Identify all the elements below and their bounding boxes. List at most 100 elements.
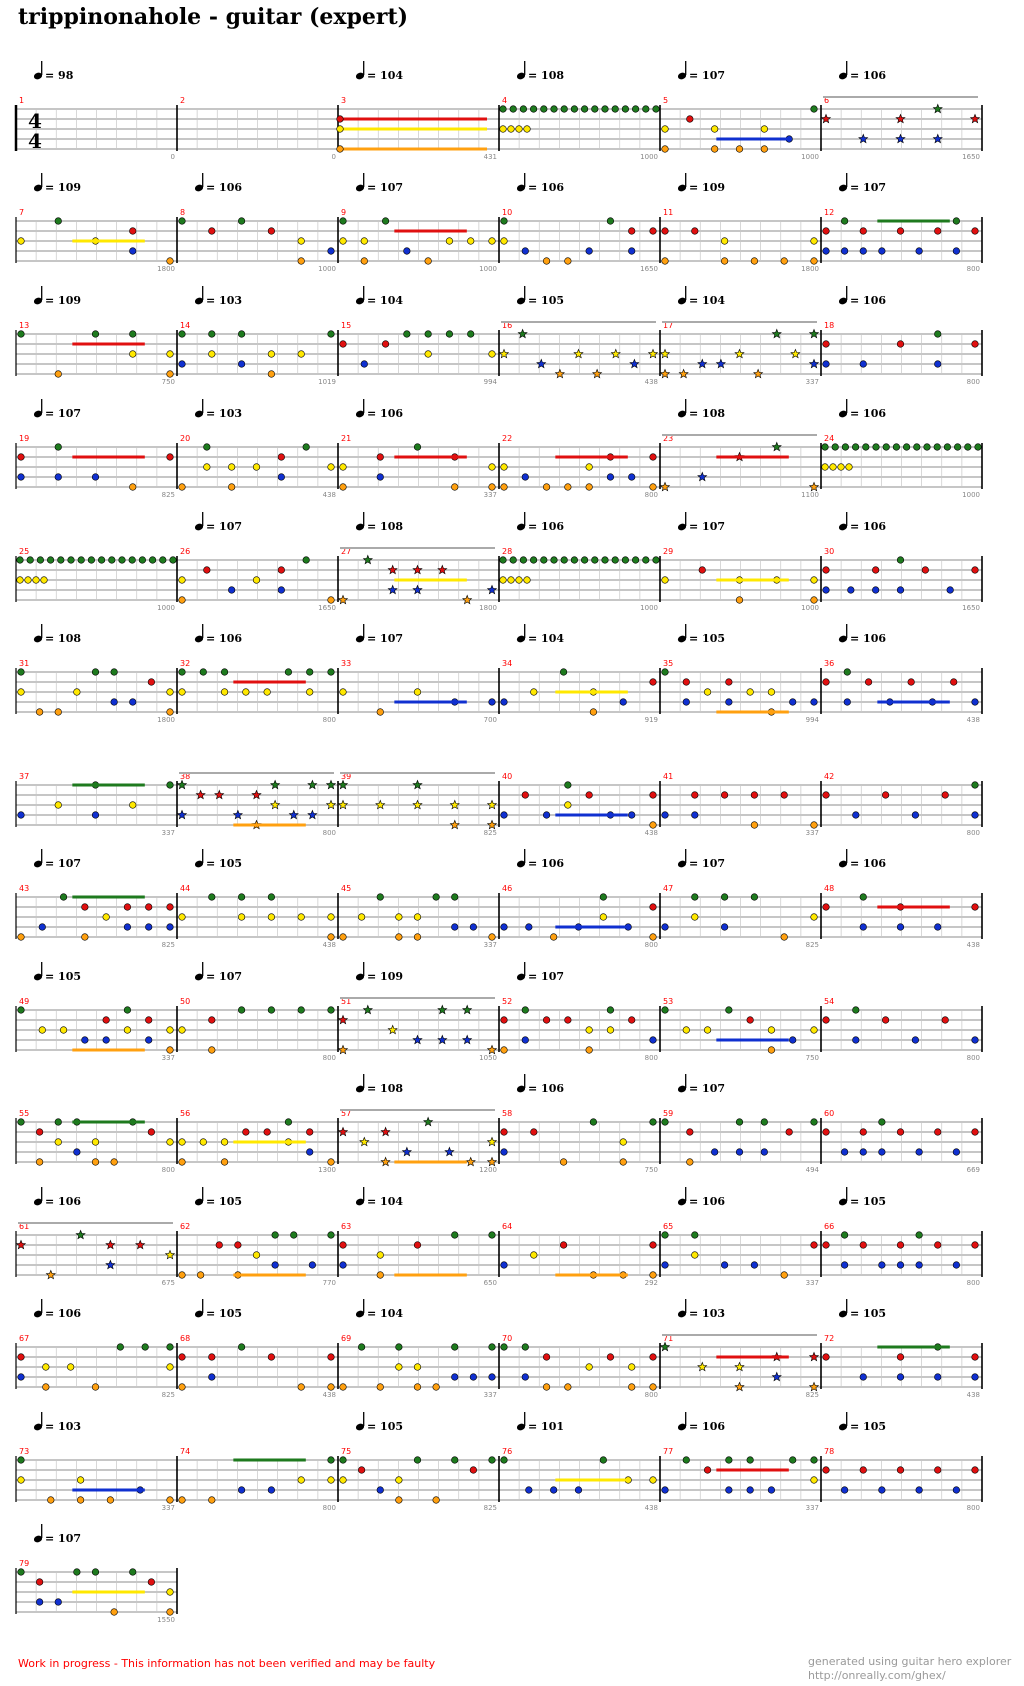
note-gem	[17, 1373, 25, 1381]
note-gem	[381, 340, 390, 348]
note-gem	[661, 1486, 669, 1494]
note-gem	[129, 1568, 137, 1576]
note-gem	[822, 1128, 830, 1136]
note-gem	[469, 1373, 477, 1381]
measure-score: 994	[806, 716, 820, 724]
note-gem	[413, 933, 422, 941]
note-gem	[628, 473, 636, 481]
star-note	[337, 779, 349, 790]
star-note	[771, 328, 782, 339]
note-gem	[559, 1241, 568, 1249]
tempo-marker: = 106	[206, 181, 242, 194]
measure-score: 800	[645, 941, 658, 949]
note-gem	[542, 811, 551, 819]
note-gem	[810, 1118, 818, 1126]
note-chart: = 98 = 104 = 108 = 107 = 1061 2 3 4 5 60 0 431 1000 1…	[14, 61, 983, 1624]
measure-score: 669	[967, 1166, 980, 1174]
note-gem	[606, 473, 615, 481]
measure-score: 800	[323, 716, 336, 724]
note-gem	[488, 933, 496, 941]
note-gem	[339, 483, 347, 491]
tempo-marker: = 107	[206, 970, 242, 983]
credit-url-link[interactable]: http://onreally.com/ghex/	[808, 1669, 1011, 1683]
measure-score: 1200	[479, 1166, 497, 1174]
tempo-marker: = 105	[850, 1420, 886, 1433]
note-gem	[500, 1148, 508, 1156]
measure-score: 0	[171, 153, 175, 161]
note-gem	[921, 566, 929, 574]
note-gem	[36, 1598, 44, 1606]
note-gem	[32, 576, 40, 584]
note-gem	[661, 145, 669, 153]
note-gem	[698, 566, 706, 574]
note-gem	[649, 1476, 657, 1484]
measure-score: 825	[806, 1391, 819, 1399]
note-gem	[500, 923, 508, 931]
note-gem	[691, 227, 699, 235]
star-note	[423, 1116, 434, 1127]
note-gem	[149, 556, 157, 564]
note-gem	[123, 1026, 132, 1034]
note-gem	[933, 443, 941, 451]
note-gem	[57, 556, 65, 564]
note-gem	[17, 668, 25, 676]
note-gem	[54, 1118, 62, 1126]
star-note	[412, 564, 423, 575]
tempo-marker: = 106	[367, 407, 403, 420]
tempo-marker: = 107	[689, 69, 725, 82]
note-gem	[91, 330, 100, 338]
note-gem	[395, 1363, 403, 1371]
note-gem	[574, 1486, 583, 1494]
measure-number: 76	[502, 1447, 512, 1456]
measure-number: 69	[341, 1334, 351, 1343]
measure-score: 800	[645, 491, 658, 499]
note-gem	[141, 1343, 149, 1351]
star-note	[790, 348, 801, 359]
note-gem	[166, 370, 174, 378]
note-gem	[661, 923, 669, 931]
note-gem	[649, 227, 657, 235]
note-gem	[17, 1118, 25, 1126]
note-gem	[642, 105, 650, 113]
note-gem	[488, 463, 496, 471]
note-gem	[971, 811, 979, 819]
star-note	[437, 564, 448, 575]
note-gem	[661, 125, 669, 133]
note-gem	[585, 1026, 593, 1034]
star-note	[486, 584, 498, 595]
tempo-marker: = 107	[689, 1082, 725, 1095]
note-gem	[822, 1353, 830, 1361]
note-gem	[24, 576, 32, 584]
note-gem	[661, 257, 669, 265]
note-gem	[822, 227, 830, 235]
note-gem	[725, 678, 733, 686]
star-note	[486, 819, 498, 830]
tempo-marker: = 105	[206, 1195, 242, 1208]
note-gem	[17, 1353, 25, 1361]
note-gem	[145, 1016, 153, 1024]
note-gem	[54, 370, 62, 378]
note-gem	[238, 330, 246, 338]
note-gem	[360, 237, 368, 245]
star-note	[232, 809, 243, 820]
time-signature-bottom: 4	[28, 129, 42, 153]
tempo-marker: = 107	[45, 407, 81, 420]
tempo-marker: = 105	[528, 294, 564, 307]
note-gem	[711, 1148, 719, 1156]
note-gem	[129, 350, 137, 358]
note-gem	[829, 463, 837, 471]
note-gem	[750, 1261, 759, 1269]
note-gem	[750, 821, 759, 829]
tempo-marker: = 104	[528, 632, 564, 645]
note-gem	[500, 483, 508, 491]
measure-score: 800	[323, 829, 336, 837]
note-gem	[509, 556, 517, 564]
note-gem	[560, 556, 568, 564]
measure-number: 43	[19, 884, 29, 893]
note-gem	[178, 330, 186, 338]
star-note	[808, 358, 820, 369]
note-gem	[203, 463, 211, 471]
note-gem	[720, 1261, 729, 1269]
measure-score: 438	[323, 491, 336, 499]
note-gem	[327, 1476, 335, 1484]
